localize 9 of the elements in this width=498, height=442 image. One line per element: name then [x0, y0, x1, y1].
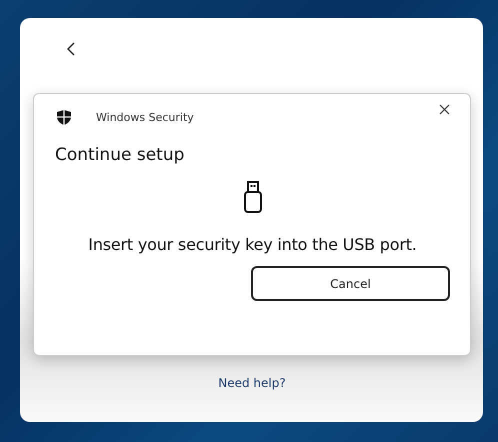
back-icon[interactable]: [67, 42, 75, 56]
instruction-text: Insert your security key into the USB port.: [87, 235, 418, 254]
close-icon[interactable]: [439, 104, 450, 114]
cancel-button[interactable]: Cancel: [251, 266, 450, 301]
help-link[interactable]: Need help?: [218, 376, 286, 390]
shield-icon: [57, 110, 71, 124]
usb-key-icon: [242, 181, 262, 213]
dialog-heading: Continue setup: [55, 145, 186, 165]
app-name: Windows Security: [96, 110, 195, 124]
